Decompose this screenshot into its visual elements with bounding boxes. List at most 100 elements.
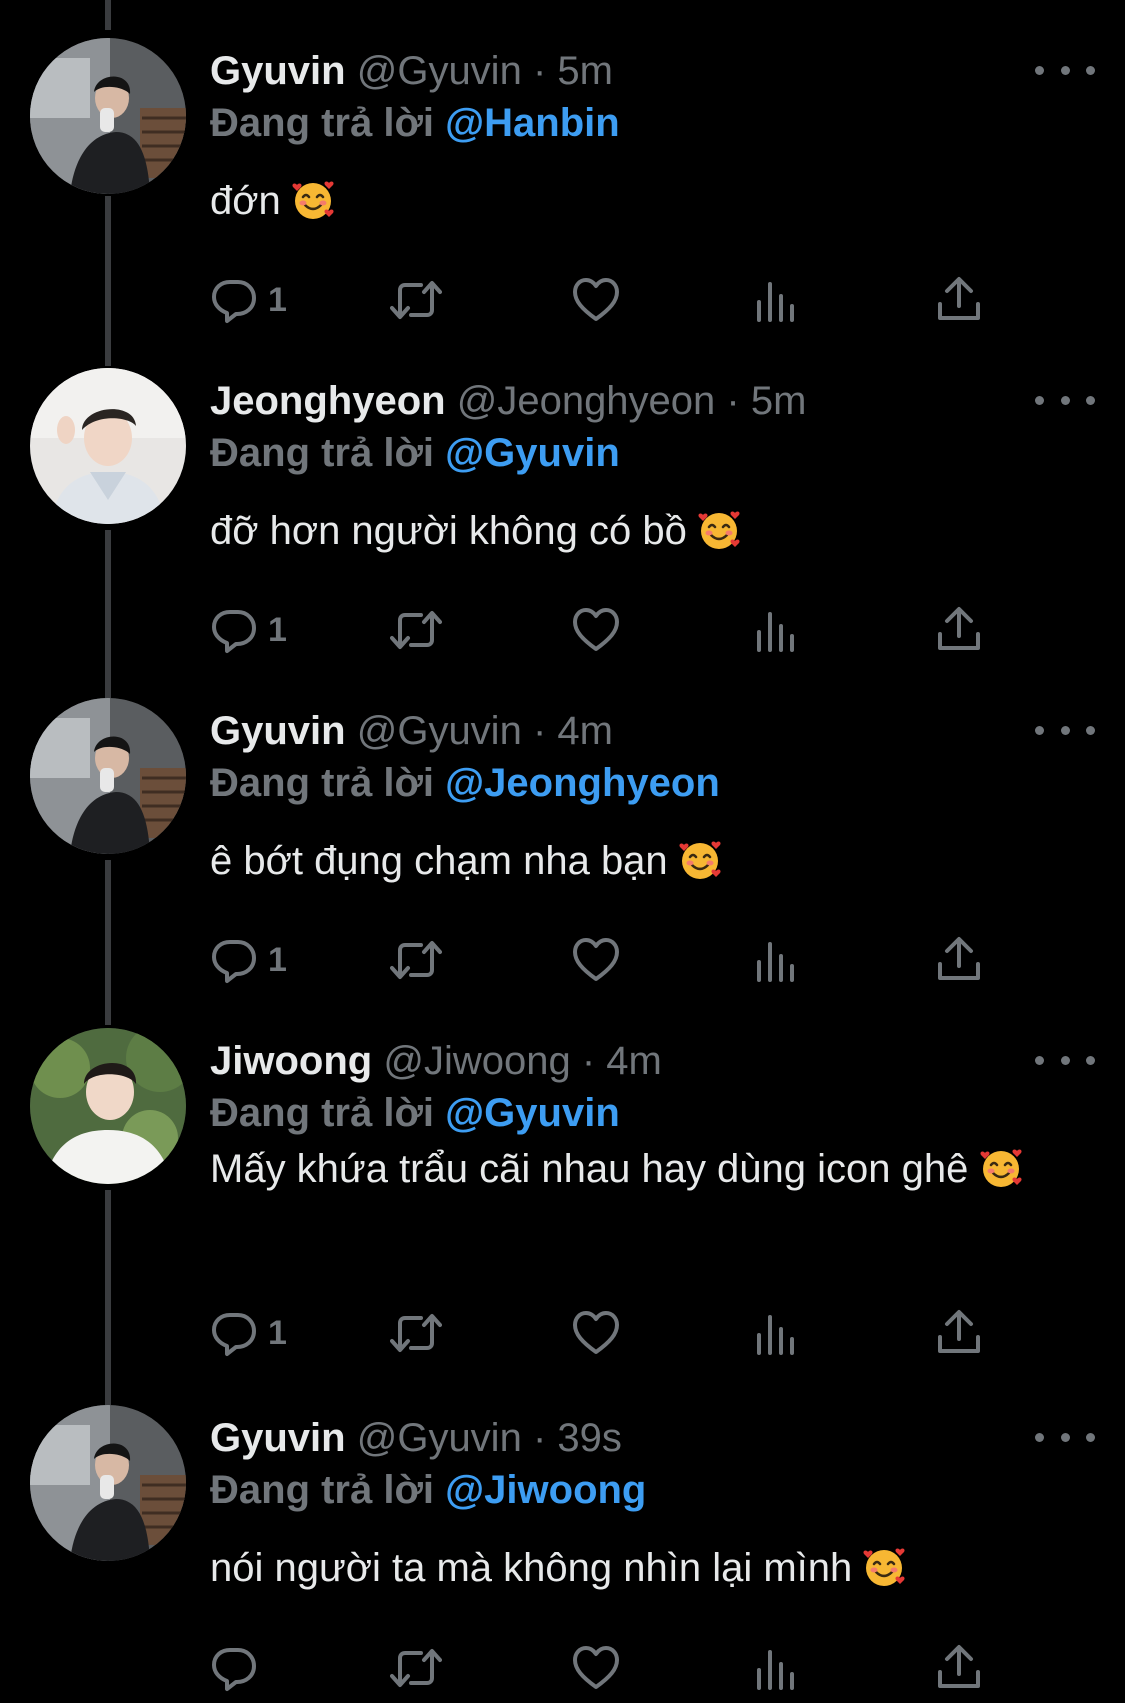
avatar-gyuvin[interactable] <box>30 1405 186 1561</box>
timestamp[interactable]: 5m <box>557 49 613 93</box>
reply-prefix: Đang trả lời <box>210 101 435 145</box>
retweet-icon <box>390 606 442 654</box>
reply-button[interactable]: 1 <box>210 270 287 330</box>
views-button[interactable] <box>755 1303 799 1363</box>
tweet-text-content: ê bớt đụng chạm nha bạn <box>210 839 668 883</box>
user-handle[interactable]: @Jiwoong <box>383 1039 570 1083</box>
tweet-text: ê bớt đụng chạm nha bạn <box>210 832 1085 890</box>
share-icon <box>935 936 983 984</box>
thread-line-top <box>105 0 111 30</box>
smiling-face-with-hearts-icon <box>863 1546 905 1588</box>
display-name[interactable]: Jeonghyeon <box>210 379 446 423</box>
retweet-button[interactable] <box>390 1303 442 1363</box>
avatar-gyuvin[interactable] <box>30 698 186 854</box>
reply-context: Đang trả lời @Gyuvin <box>210 428 620 478</box>
share-icon <box>935 276 983 324</box>
mention-link[interactable]: @Jiwoong <box>445 1468 646 1512</box>
tweet-text-content: đỡ hơn người không có bồ <box>210 509 687 553</box>
reply-prefix: Đang trả lời <box>210 1468 435 1512</box>
heart-icon <box>572 1644 620 1692</box>
views-button[interactable] <box>755 270 799 330</box>
action-bar: 1 <box>210 930 1090 990</box>
timestamp[interactable]: 4m <box>557 709 613 753</box>
reply-icon <box>210 1644 258 1692</box>
retweet-button[interactable] <box>390 600 442 660</box>
tweet-header: Jeonghyeon @Jeonghyeon · 5m <box>210 376 1105 426</box>
reply-count: 1 <box>268 280 287 319</box>
reply-icon <box>210 276 258 324</box>
avatar-gyuvin[interactable] <box>30 38 186 194</box>
like-button[interactable] <box>572 1638 620 1698</box>
display-name[interactable]: Gyuvin <box>210 1416 346 1460</box>
separator-dot: · <box>726 379 740 423</box>
separator-dot: · <box>532 1416 547 1460</box>
share-icon <box>935 606 983 654</box>
share-button[interactable] <box>935 1303 983 1363</box>
share-button[interactable] <box>935 600 983 660</box>
reply-button[interactable]: 1 <box>210 1303 287 1363</box>
display-name[interactable]: Gyuvin <box>210 709 346 753</box>
more-icon[interactable] <box>1035 50 1095 90</box>
analytics-icon <box>755 278 799 322</box>
reply-prefix: Đang trả lời <box>210 431 435 475</box>
tweet-header: Jiwoong @Jiwoong · 4m <box>210 1036 1105 1086</box>
separator-dot: · <box>532 709 547 753</box>
mention-link[interactable]: @Gyuvin <box>445 431 620 475</box>
separator-dot: · <box>532 49 547 93</box>
user-handle[interactable]: @Gyuvin <box>357 1416 522 1460</box>
reply-context: Đang trả lời @Gyuvin <box>210 1088 620 1138</box>
tweet-text-content: Mấy khứa trẩu cãi nhau hay dùng icon ghê <box>210 1147 969 1191</box>
mention-link[interactable]: @Hanbin <box>445 101 620 145</box>
mention-link[interactable]: @Jeonghyeon <box>445 761 720 805</box>
timestamp[interactable]: 5m <box>751 379 807 423</box>
action-bar: 1 <box>210 270 1090 330</box>
reply-prefix: Đang trả lời <box>210 761 435 805</box>
retweet-icon <box>390 936 442 984</box>
mention-link[interactable]: @Gyuvin <box>445 1091 620 1135</box>
like-button[interactable] <box>572 600 620 660</box>
avatar-jeonghyeon[interactable] <box>30 368 186 524</box>
tweet-header: Gyuvin @Gyuvin · 39s <box>210 1413 1105 1463</box>
heart-icon <box>572 606 620 654</box>
more-icon[interactable] <box>1035 710 1095 750</box>
more-icon[interactable] <box>1035 1040 1095 1080</box>
avatar-jiwoong[interactable] <box>30 1028 186 1184</box>
reply-button[interactable]: 1 <box>210 600 287 660</box>
heart-icon <box>572 1309 620 1357</box>
retweet-button[interactable] <box>390 930 442 990</box>
reply-button[interactable]: 1 <box>210 930 287 990</box>
more-icon[interactable] <box>1035 380 1095 420</box>
display-name[interactable]: Gyuvin <box>210 49 346 93</box>
tweet-header: Gyuvin @Gyuvin · 4m <box>210 706 1105 756</box>
timestamp[interactable]: 4m <box>606 1039 662 1083</box>
reply-prefix: Đang trả lời <box>210 1091 435 1135</box>
share-button[interactable] <box>935 930 983 990</box>
share-button[interactable] <box>935 1638 983 1698</box>
share-button[interactable] <box>935 270 983 330</box>
views-button[interactable] <box>755 600 799 660</box>
thread-line <box>105 1190 111 1405</box>
views-button[interactable] <box>755 1638 799 1698</box>
reply-count: 1 <box>268 1313 287 1352</box>
like-button[interactable] <box>572 1303 620 1363</box>
more-icon[interactable] <box>1035 1417 1095 1457</box>
reply-context: Đang trả lời @Jiwoong <box>210 1465 646 1515</box>
display-name[interactable]: Jiwoong <box>210 1039 372 1083</box>
reply-button[interactable] <box>210 1638 268 1698</box>
retweet-icon <box>390 1644 442 1692</box>
views-button[interactable] <box>755 930 799 990</box>
reply-icon <box>210 606 258 654</box>
analytics-icon <box>755 1311 799 1355</box>
tweet-text: đớn <box>210 172 1085 230</box>
heart-icon <box>572 936 620 984</box>
user-handle[interactable]: @Jeonghyeon <box>457 379 716 423</box>
timestamp[interactable]: 39s <box>557 1416 622 1460</box>
like-button[interactable] <box>572 270 620 330</box>
share-icon <box>935 1309 983 1357</box>
user-handle[interactable]: @Gyuvin <box>357 49 522 93</box>
retweet-button[interactable] <box>390 270 442 330</box>
retweet-button[interactable] <box>390 1638 442 1698</box>
like-button[interactable] <box>572 930 620 990</box>
user-handle[interactable]: @Gyuvin <box>357 709 522 753</box>
reply-count: 1 <box>268 940 287 979</box>
